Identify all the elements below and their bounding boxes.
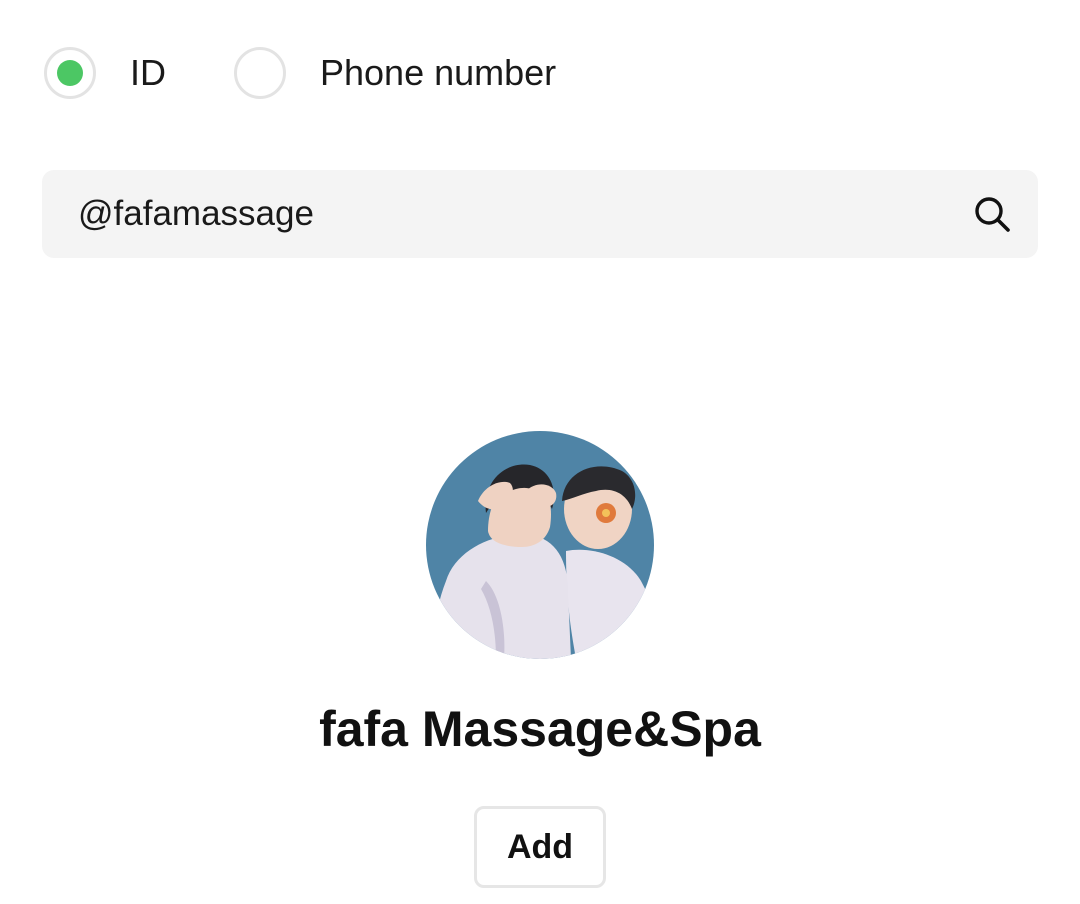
radio-label-phone-number: Phone number (320, 52, 557, 93)
profile-name: fafa Massage&Spa (319, 701, 761, 757)
radio-button-id[interactable] (44, 47, 96, 99)
search-icon[interactable] (972, 194, 1012, 234)
radio-button-phone-number[interactable] (234, 47, 286, 99)
search-box (42, 170, 1038, 258)
radio-label-id: ID (130, 52, 166, 93)
radio-selected-dot (57, 60, 83, 86)
radio-option-phone-number[interactable]: Phone number (234, 44, 556, 102)
profile-avatar (426, 431, 654, 659)
radio-option-id[interactable]: ID (44, 44, 166, 102)
add-friend-button[interactable]: Add (474, 806, 606, 888)
search-input[interactable] (78, 170, 938, 258)
